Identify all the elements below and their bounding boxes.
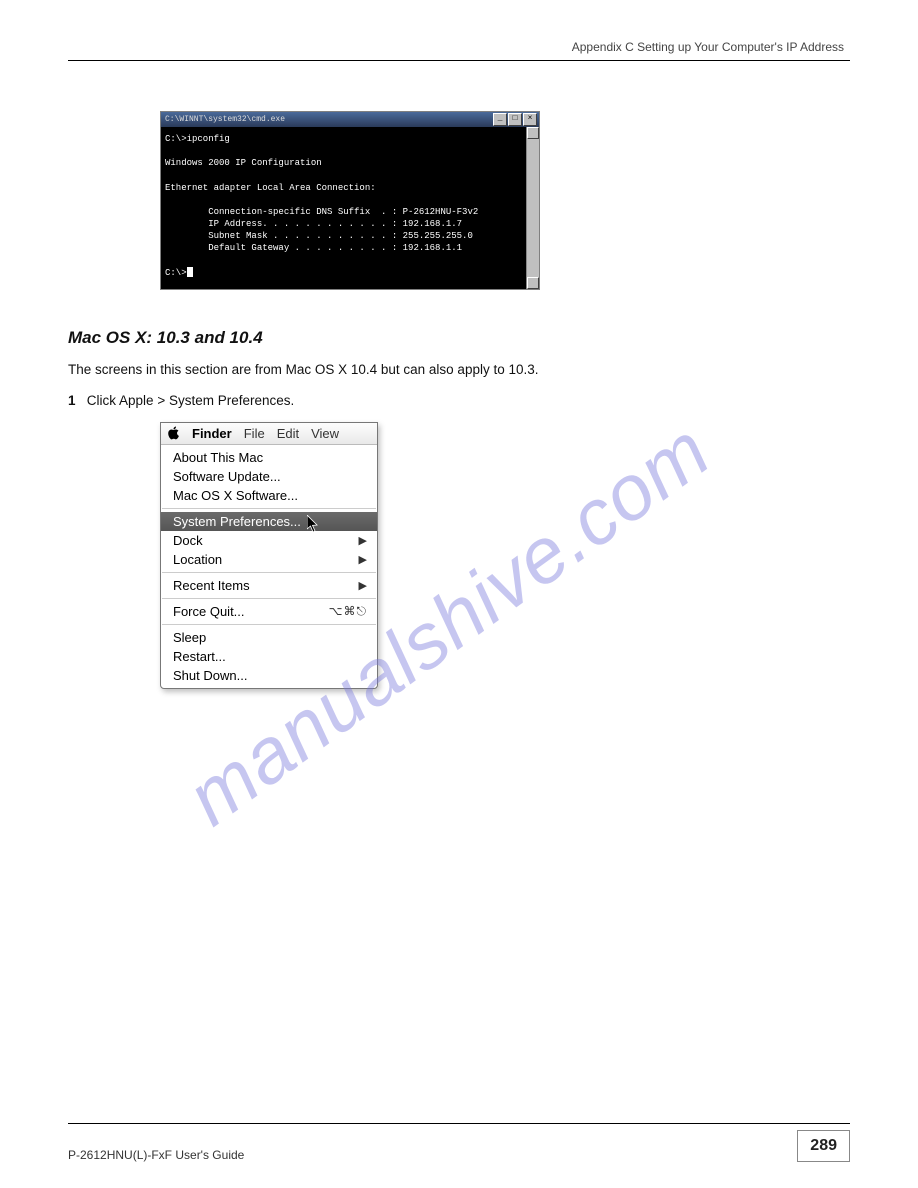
footer-rule: [68, 1123, 850, 1124]
maximize-button[interactable]: □: [508, 113, 522, 126]
menubar-edit[interactable]: Edit: [277, 426, 299, 441]
menu-software-update[interactable]: Software Update...: [161, 467, 377, 486]
page-header-right: Appendix C Setting up Your Computer's IP…: [68, 40, 850, 54]
apple-menu: Finder File Edit View About This Mac Sof…: [160, 422, 378, 689]
menu-recent-items[interactable]: Recent Items▶: [161, 576, 377, 595]
menubar-file[interactable]: File: [244, 426, 265, 441]
menu-dock[interactable]: Dock▶: [161, 531, 377, 550]
page-number: 289: [797, 1130, 850, 1162]
cmd-window: C:\WINNT\system32\cmd.exe _ □ × C:\>ipco…: [160, 111, 540, 290]
shortcut-label: ⌥⌘⎋: [329, 604, 367, 619]
footer-left: P-2612HNU(L)-FxF User's Guide: [68, 1148, 244, 1162]
page-footer: P-2612HNU(L)-FxF User's Guide 289: [68, 1123, 850, 1162]
menu-about-this-mac[interactable]: About This Mac: [161, 448, 377, 467]
cmd-body: C:\>ipconfig Windows 2000 IP Configurati…: [161, 127, 539, 289]
cmd-scrollbar[interactable]: [526, 127, 539, 289]
cmd-output: C:\>ipconfig Windows 2000 IP Configurati…: [165, 134, 478, 278]
step-1: 1 Click Apple > System Preferences.: [68, 391, 850, 412]
menubar-view[interactable]: View: [311, 426, 339, 441]
header-rule: [68, 60, 850, 61]
menu-shut-down[interactable]: Shut Down...: [161, 666, 377, 685]
menu-sleep[interactable]: Sleep: [161, 628, 377, 647]
section-heading: Mac OS X: 10.3 and 10.4: [68, 328, 850, 348]
apple-logo-icon[interactable]: [167, 426, 180, 440]
menubar-finder[interactable]: Finder: [192, 426, 232, 441]
chevron-right-icon: ▶: [359, 534, 367, 547]
cmd-cursor: [187, 267, 193, 277]
minimize-button[interactable]: _: [493, 113, 507, 126]
menu-restart[interactable]: Restart...: [161, 647, 377, 666]
chevron-right-icon: ▶: [359, 553, 367, 566]
menu-force-quit[interactable]: Force Quit...⌥⌘⎋: [161, 602, 377, 621]
chevron-right-icon: ▶: [359, 579, 367, 592]
menu-system-preferences[interactable]: System Preferences...: [161, 512, 377, 531]
cmd-title: C:\WINNT\system32\cmd.exe: [163, 115, 285, 124]
step-text: Click Apple > System Preferences.: [87, 393, 294, 408]
mac-menubar: Finder File Edit View: [161, 423, 377, 445]
section-intro: The screens in this section are from Mac…: [68, 360, 850, 381]
menu-macosx-software[interactable]: Mac OS X Software...: [161, 486, 377, 505]
cmd-titlebar: C:\WINNT\system32\cmd.exe _ □ ×: [161, 112, 539, 127]
close-button[interactable]: ×: [523, 113, 537, 126]
menu-location[interactable]: Location▶: [161, 550, 377, 569]
step-number: 1: [68, 393, 76, 408]
